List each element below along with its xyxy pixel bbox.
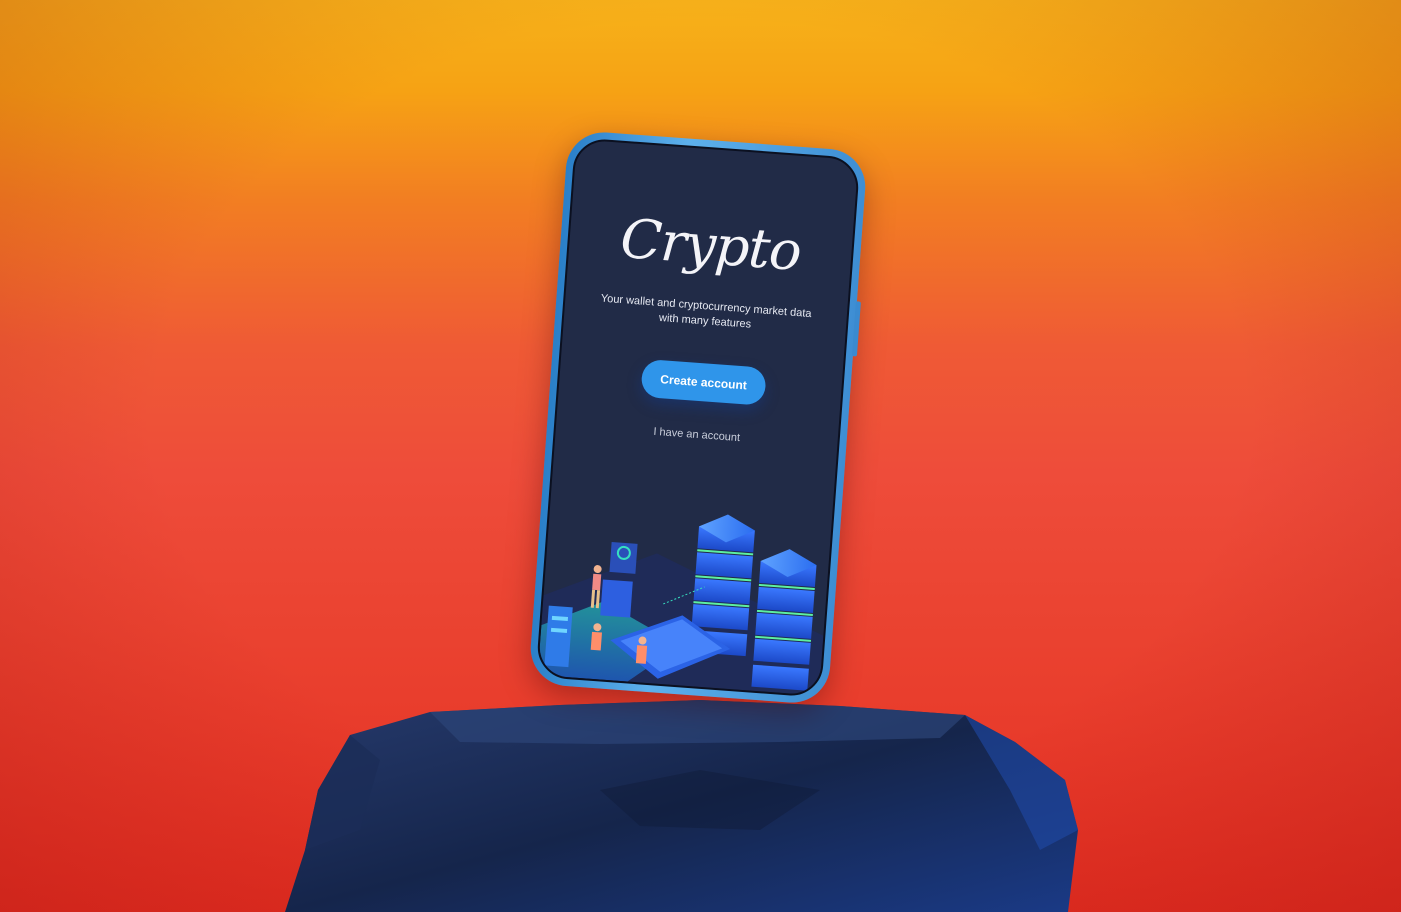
app-logo: Crypto bbox=[618, 206, 803, 283]
app-tagline: Your wallet and cryptocurrency market da… bbox=[582, 290, 830, 338]
phone-mockup: Crypto Your wallet and cryptocurrency ma… bbox=[528, 129, 868, 706]
server-stack-right bbox=[751, 549, 817, 691]
create-account-button[interactable]: Create account bbox=[640, 358, 767, 406]
have-account-link[interactable]: I have an account bbox=[556, 419, 838, 452]
servers-illustration bbox=[537, 514, 824, 696]
phone-screen: Crypto Your wallet and cryptocurrency ma… bbox=[535, 137, 861, 698]
